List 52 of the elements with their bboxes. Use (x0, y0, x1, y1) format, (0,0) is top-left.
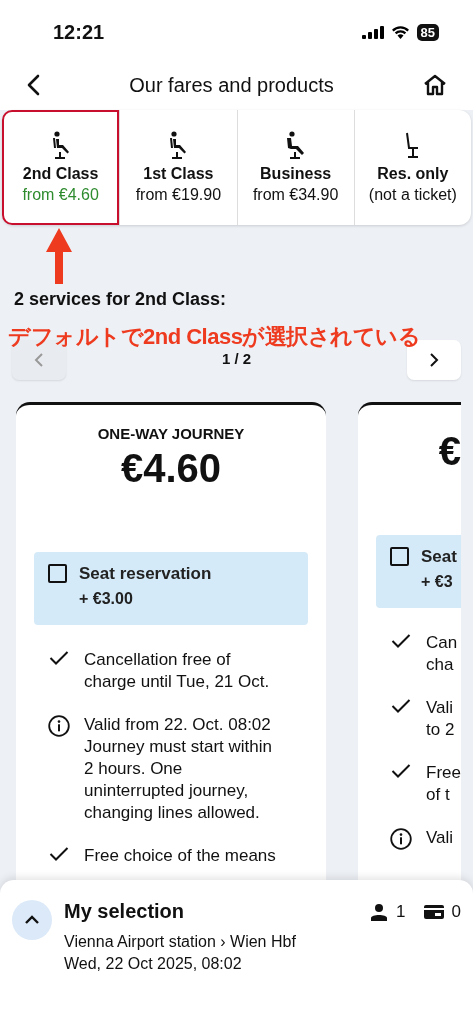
feature-text: Cancellation free of charge until Tue, 21 Oct. (84, 649, 270, 693)
annotation-text: デフォルトで2nd Classが選択されている (8, 323, 421, 351)
seated-person-icon (284, 131, 307, 159)
checkbox[interactable] (390, 547, 409, 566)
fare-price: €4.60 (119, 446, 223, 492)
option-label: Seat reservation (79, 564, 212, 584)
seat-reservation-option[interactable]: Seat + €3 (376, 535, 461, 608)
services-heading: 2 services for 2nd Class: (14, 289, 228, 310)
feature-text: Vali (426, 827, 454, 849)
fare-card[interactable] (16, 402, 326, 880)
page-title: Our fares and products (129, 73, 334, 97)
feature-text: Can cha (426, 632, 458, 676)
fare-title: ONE-WAY JOURNEY (96, 425, 246, 442)
info-icon (390, 828, 412, 850)
option-price: + €3 (421, 573, 454, 591)
fare-price: € (437, 429, 461, 475)
option-price: + €3.00 (79, 590, 134, 608)
card-icon (423, 904, 444, 920)
check-icon (390, 698, 412, 714)
check-icon (48, 846, 70, 862)
chevron-left-icon (34, 352, 44, 368)
check-icon (48, 650, 70, 666)
info-icon (48, 715, 70, 737)
chevron-right-icon (429, 352, 439, 368)
person-icon (370, 903, 389, 921)
seat-reservation-option[interactable]: Seat reservation + €3.00 (34, 552, 308, 625)
fare-card[interactable]: € Seat + €3 Can cha Vali to 2 Free of t Vali (358, 402, 461, 880)
feature-text: Vali to 2 (426, 697, 455, 741)
annotation-arrow (46, 228, 72, 284)
route-text: Vienna Airport station › Wien Hbf (64, 932, 297, 952)
feature-text: Free of t (426, 762, 461, 806)
status-time: 12:21 (53, 20, 105, 44)
chevron-icon (24, 915, 40, 925)
option-label: Seat (421, 547, 457, 567)
feature-text: Free choice of the means (84, 845, 276, 867)
battery-level: 85 (416, 23, 439, 41)
class-tab[interactable]: 2nd Class from €4.60 (2, 110, 120, 225)
date-text: Wed, 22 Oct 2025, 08:02 (64, 954, 243, 974)
wifi-icon (390, 25, 410, 39)
page-indicator: 1 / 2 (221, 349, 252, 367)
signal-icon (361, 25, 384, 39)
check-icon (390, 763, 412, 779)
selection-title: My selection (64, 900, 186, 923)
checkbox[interactable] (48, 564, 67, 583)
discount-card-count: 0 (451, 902, 461, 922)
passenger-count: 1 (396, 902, 406, 922)
check-icon (390, 633, 412, 649)
class-tab[interactable]: Business from €34.90 (236, 110, 354, 225)
class-tab[interactable]: 1st Class from €19.90 (119, 110, 237, 225)
expand-button[interactable] (12, 900, 52, 940)
feature-text: Valid from 22. Oct. 08:02 Journey must start within 2 hours. One uninterrupted journey, changing lines allowed. (84, 714, 272, 824)
class-tab[interactable]: Res. only (not a ticket) (353, 110, 471, 225)
